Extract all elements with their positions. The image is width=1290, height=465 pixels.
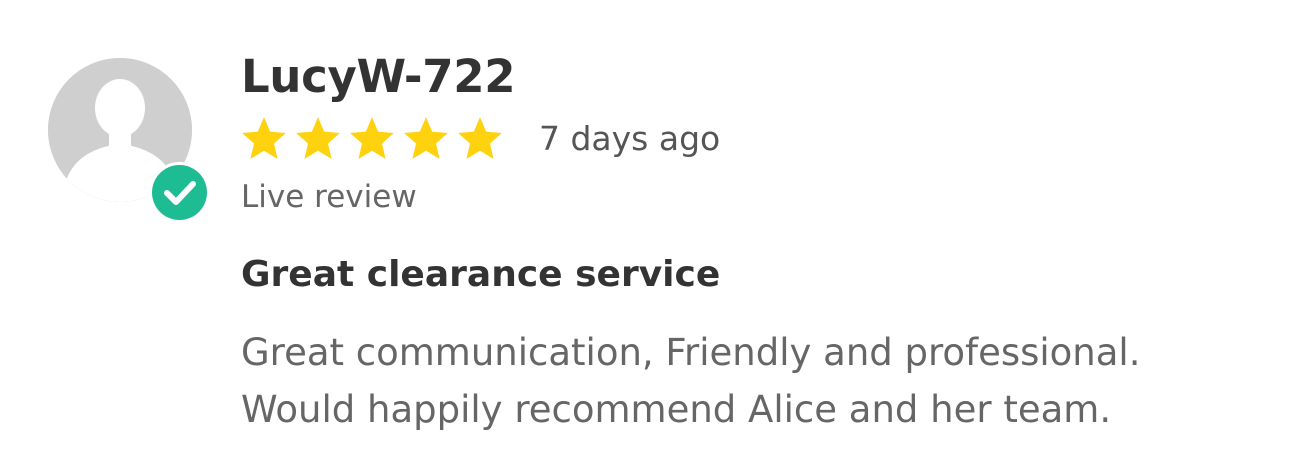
star-icon <box>349 116 395 160</box>
review-body-line: Would happily recommend Alice and her te… <box>241 388 1112 431</box>
rating-row: 7 days ago <box>241 115 720 161</box>
reviewer-name[interactable]: LucyW-722 <box>241 50 516 103</box>
reviewer-avatar <box>48 58 212 223</box>
review-date: 7 days ago <box>539 118 721 158</box>
review-body-line: Great communication, Friendly and profes… <box>241 331 1141 374</box>
star-rating <box>241 116 503 160</box>
checkmark-icon <box>164 181 196 205</box>
star-icon <box>241 116 287 160</box>
verified-badge <box>149 162 210 223</box>
review-card: LucyW-722 7 days ago Live review Great c… <box>0 0 1290 465</box>
review-title: Great clearance service <box>241 254 721 295</box>
star-icon <box>457 116 503 160</box>
star-icon <box>295 116 341 160</box>
star-icon <box>403 116 449 160</box>
review-status: Live review <box>241 179 417 215</box>
review-body: Great communication, Friendly and profes… <box>241 324 1241 438</box>
